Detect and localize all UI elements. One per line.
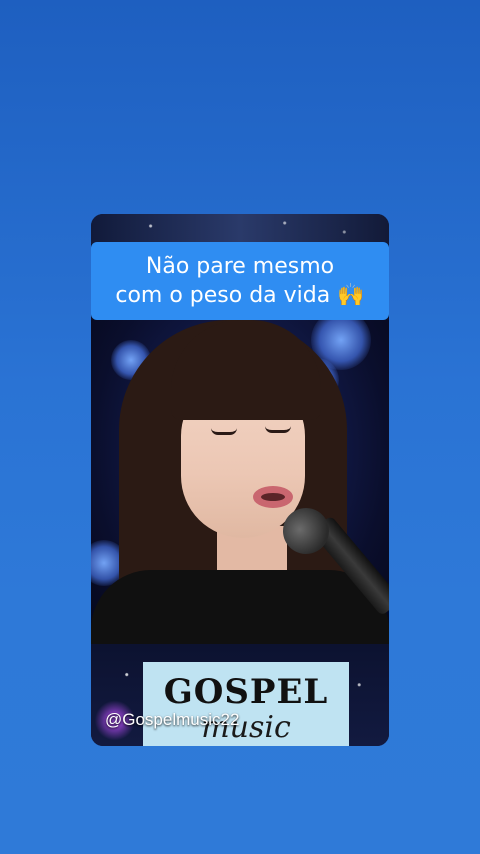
singer-mouth (253, 486, 293, 508)
gospel-music-logo: GOSPEL music (143, 662, 349, 746)
singer-jacket (91, 570, 389, 644)
performer-image (91, 320, 389, 644)
singer-eye (265, 426, 291, 433)
watermark-handle[interactable]: @Gospelmusic22 (105, 710, 239, 730)
video-card[interactable]: Não pare mesmo com o peso da vida 🙌 GOSP… (91, 214, 389, 746)
logo-strip: GOSPEL music @Gospelmusic22 (91, 644, 389, 746)
logo-top-text: GOSPEL (163, 672, 329, 712)
singer-eye (211, 428, 237, 435)
caption-line-2: com o peso da vida 🙌 (115, 283, 365, 308)
starry-header (91, 214, 389, 244)
caption-line-1: Não pare mesmo (145, 254, 335, 279)
caption-box: Não pare mesmo com o peso da vida 🙌 (91, 242, 389, 320)
